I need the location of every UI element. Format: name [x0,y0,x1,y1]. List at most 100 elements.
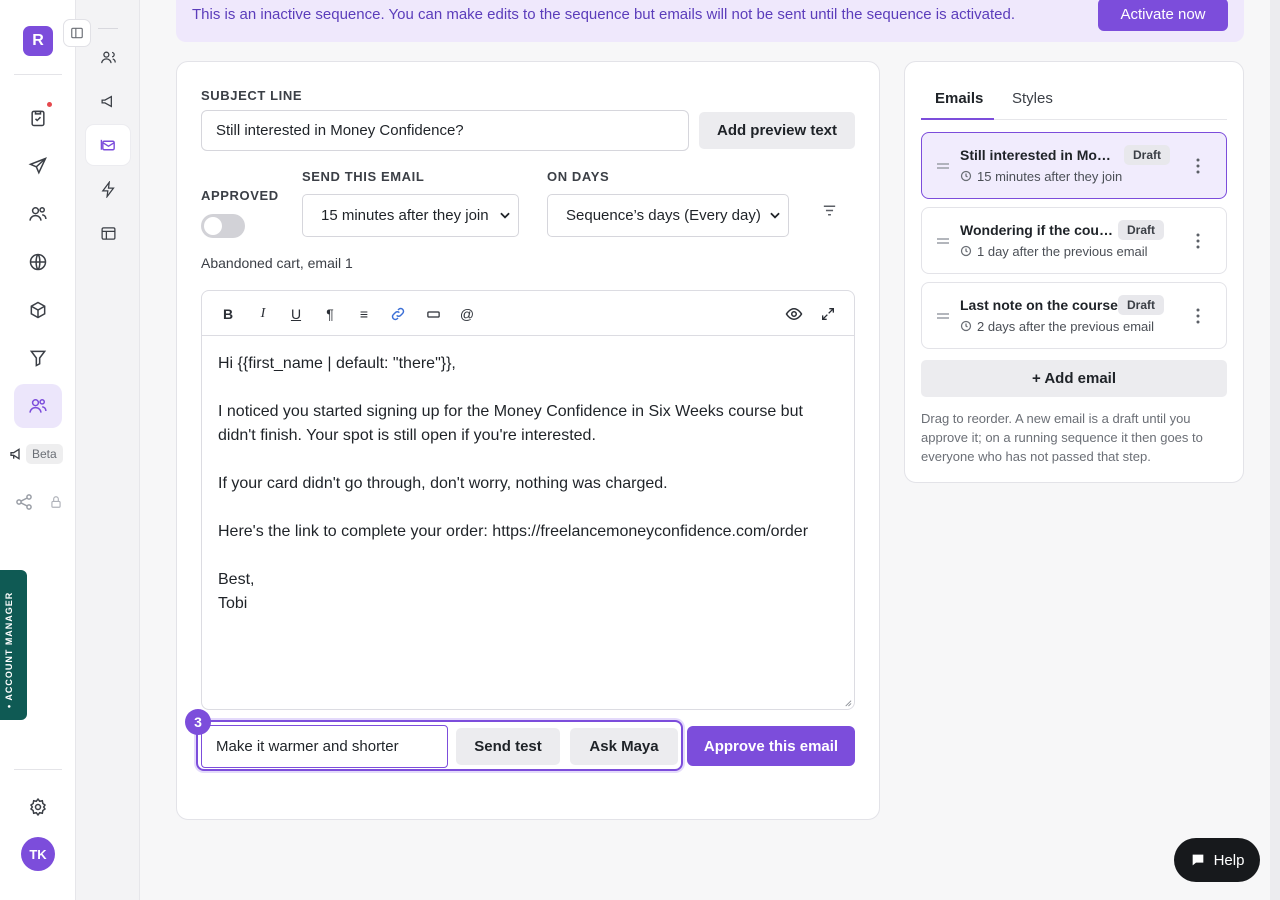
underline-icon[interactable]: U [286,304,306,324]
panel-tabs: Emails Styles [921,84,1227,120]
email-caption: Abandoned cart, email 1 [201,255,353,271]
body-line: Here's the link to complete your order: … [218,523,809,540]
bold-icon[interactable]: B [218,304,238,324]
globe-icon[interactable] [24,248,52,276]
send-test-button[interactable]: Send test [456,728,560,765]
broadcast-icon[interactable] [86,81,130,121]
sidebar-toggle-icon[interactable] [63,19,91,47]
automation-bolt-icon[interactable] [86,169,130,209]
chat-bubble-icon [1192,854,1203,866]
audience-icon[interactable] [24,392,52,420]
approved-toggle[interactable] [201,214,245,238]
sequence-subnav [76,0,140,900]
box-icon[interactable] [24,296,52,324]
formatting-toolbar: B I U ¶ ≡ @ [201,290,855,336]
subject-line-input[interactable] [201,110,689,151]
sequence-email-icon[interactable] [86,125,130,165]
activate-now-button[interactable]: Activate now [1098,0,1228,31]
body-line [218,376,838,400]
funnel-icon[interactable] [24,344,52,372]
email-title: Last note on the course [960,297,1118,313]
template-layout-icon[interactable] [86,213,130,253]
email-timing: 2 days after the previous email [977,319,1155,334]
drag-handle-icon[interactable] [936,311,950,321]
paragraph-icon[interactable]: ¶ [320,304,340,324]
body-line: Tobi [218,595,248,612]
beta-badge: Beta [26,444,63,464]
body-line [218,448,838,472]
tasks-icon[interactable] [24,104,52,132]
contacts-icon[interactable] [86,37,130,77]
draft-badge: Draft [1124,145,1171,165]
approve-email-button[interactable]: Approve this email [687,726,855,766]
chevron-down-icon [500,212,510,219]
filter-icon[interactable] [821,202,838,219]
account-manager-tab[interactable]: • ACCOUNT MANAGER [0,570,27,720]
send-timing-value: 15 minutes after they join [321,207,489,224]
list-icon[interactable]: ≡ [354,304,374,324]
mention-icon[interactable]: @ [457,304,477,324]
clock-icon [960,170,972,182]
add-preview-text-button[interactable]: Add preview text [699,112,855,149]
subnav-divider [98,28,118,29]
body-line: Best, [218,571,255,588]
workspace-logo[interactable]: R [23,26,53,56]
draft-badge: Draft [1118,220,1165,240]
user-avatar[interactable]: TK [21,837,55,871]
send-this-email-label: SEND THIS EMAIL [302,169,425,184]
send-icon[interactable] [24,152,52,180]
help-label: Help [1213,851,1245,869]
preview-eye-icon[interactable] [784,304,804,324]
button-block-icon[interactable] [423,304,443,324]
more-options-icon[interactable] [1190,307,1206,325]
email-editor-card: SUBJECT LINE Add preview text APPROVED S… [176,61,880,820]
email-body-editor[interactable]: Hi {{first_name | default: "there"}}, I … [201,335,855,710]
rail-divider [14,769,62,770]
resize-handle-icon[interactable] [843,698,852,707]
email-title: Still interested in Mon… [960,147,1118,163]
clock-icon [960,245,972,257]
email-timing: 15 minutes after they join [977,169,1123,184]
emails-panel: Emails Styles Still interested in Mon… D… [904,61,1244,483]
clock-icon [960,320,972,332]
lock-icon [49,495,63,509]
on-days-select[interactable]: Sequence’s days (Every day) [547,194,789,237]
email-list-item[interactable]: Still interested in Mon… Draft 15 minute… [921,132,1227,199]
expand-icon[interactable] [818,304,838,324]
reorder-help-text: Drag to reorder. A new email is a draft … [921,411,1203,464]
main-nav-rail: R Beta • ACCOUNT MANAGER TK [0,0,76,900]
rail-divider [14,74,62,75]
email-list-item[interactable]: Last note on the course Draft 2 days aft… [921,282,1227,349]
on-days-value: Sequence’s days (Every day) [566,207,761,224]
drag-handle-icon[interactable] [936,236,950,246]
megaphone-icon[interactable] [9,446,25,462]
email-timing: 1 day after the previous email [977,244,1148,259]
more-options-icon[interactable] [1190,157,1206,175]
subject-line-label: SUBJECT LINE [201,88,303,103]
send-timing-select[interactable]: 15 minutes after they join [302,194,519,237]
email-title: Wondering if the cour… [960,222,1118,238]
tab-emails[interactable]: Emails [935,90,983,107]
window-edge [1270,0,1280,900]
people-icon[interactable] [24,200,52,228]
email-list-item[interactable]: Wondering if the cour… Draft 1 day after… [921,207,1227,274]
ai-prompt-input[interactable] [201,725,448,768]
tab-styles[interactable]: Styles [1012,90,1053,107]
body-line [218,496,838,520]
body-line [218,544,838,568]
help-button[interactable]: Help [1174,838,1260,882]
italic-icon[interactable]: I [253,304,273,324]
active-tab-indicator [921,118,994,120]
settings-gear-icon[interactable] [24,793,52,821]
link-icon[interactable] [388,304,408,324]
share-icon[interactable] [14,492,34,512]
chevron-down-icon [770,212,780,219]
toggle-knob [204,217,222,235]
body-line: If your card didn't go through, don't wo… [218,475,668,492]
ask-maya-button[interactable]: Ask Maya [570,728,678,765]
body-line: I noticed you started signing up for the… [218,403,803,444]
drag-handle-icon[interactable] [936,161,950,171]
approved-label: APPROVED [201,188,279,203]
more-options-icon[interactable] [1190,232,1206,250]
add-email-button[interactable]: + Add email [921,360,1227,397]
